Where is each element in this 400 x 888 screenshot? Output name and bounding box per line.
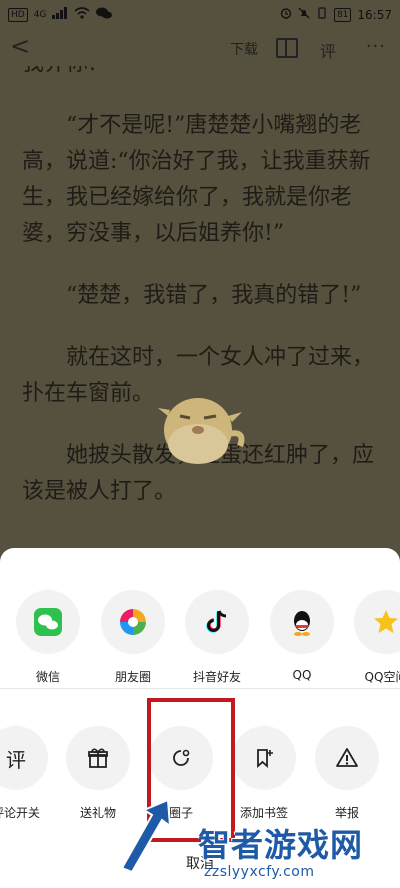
reader-top-bar: < 下载 评 ··· [0, 30, 400, 66]
watermark-title: 智者游戏网 [198, 826, 364, 864]
action-label: 送礼物 [79, 806, 116, 820]
back-button[interactable]: < [10, 34, 30, 58]
share-label: QQ [292, 668, 312, 682]
reader-content: 我养你! “才不是呢!”唐楚楚小嘴翘的老 高，说道:“你治好了我，让我重获新 生… [0, 66, 400, 548]
qq-icon [294, 611, 310, 636]
watermark-site: zzslyyxcfy.com [204, 864, 315, 880]
more-button[interactable]: ··· [366, 36, 386, 57]
share-qq[interactable]: QQ [262, 590, 342, 682]
network-badge: 4G [33, 9, 47, 20]
share-label: 朋友圈 [114, 670, 151, 684]
share-moments[interactable]: 朋友圈 [93, 590, 173, 685]
text-line: 就在这时，一个女人冲了过来， [66, 345, 375, 370]
text-line: “楚楚，我错了，我真的错了!” [66, 283, 362, 308]
vibrate-icon [316, 7, 328, 22]
text-line: 高，说道:“你治好了我，让我重获新 [22, 149, 371, 174]
text-line: 婆，穷没事，以后姐养你!” [22, 221, 285, 246]
action-label: 添加书签 [239, 806, 288, 820]
add-bookmark-icon [257, 749, 273, 769]
text-line: “才不是呢!”唐楚楚小嘴翘的老 [66, 113, 362, 138]
divider [0, 688, 400, 689]
mute-icon [298, 7, 310, 22]
share-qzone[interactable]: QQ空间 [346, 590, 400, 685]
clock: 16:57 [357, 7, 392, 22]
text-line: 生，我已经嫁给你了，我就是你老 [22, 185, 353, 210]
gift-icon [88, 748, 108, 768]
moments-icon [120, 609, 146, 635]
hd-badge: HD [8, 7, 28, 22]
alarm-icon [280, 7, 292, 22]
share-wechat[interactable]: 微信 [8, 590, 88, 685]
action-label: 评论开关 [0, 806, 40, 820]
text-line: 该是被人打了。 [22, 479, 177, 504]
action-add-bookmark[interactable]: 添加书签 [224, 726, 304, 821]
comment-button[interactable]: 评 [320, 38, 336, 62]
douyin-icon [206, 610, 227, 633]
chat-app-icon [96, 7, 113, 22]
action-gift[interactable]: 送礼物 [58, 726, 138, 821]
action-comment-toggle[interactable]: 评 评论开关 [0, 726, 56, 821]
wifi-icon [74, 7, 90, 22]
share-douyin[interactable]: 抖音好友 [177, 590, 257, 685]
mascot-image [158, 398, 245, 464]
share-label: QQ空间 [364, 670, 400, 684]
share-label: 微信 [35, 670, 60, 684]
action-label: 举报 [334, 806, 359, 820]
comment-toggle-icon: 评 [6, 747, 26, 772]
share-row: 微信 朋友圈 抖音好友 QQ QQ空 [0, 590, 400, 684]
watermark: 智者游戏网 zzslyyxcfy.com [198, 820, 400, 888]
download-button[interactable]: 下载 [230, 39, 258, 59]
share-label: 抖音好友 [192, 670, 241, 684]
wechat-icon [34, 608, 62, 636]
qzone-icon [374, 610, 398, 633]
text-line: 我养你! [0, 66, 400, 82]
status-bar: HD 4G 81 16:57 [0, 0, 400, 30]
action-report[interactable]: 举报 [307, 726, 387, 821]
battery-indicator: 81 [333, 7, 352, 22]
report-icon [336, 748, 358, 767]
book-icon[interactable] [276, 38, 298, 58]
signal-icon [52, 7, 68, 22]
